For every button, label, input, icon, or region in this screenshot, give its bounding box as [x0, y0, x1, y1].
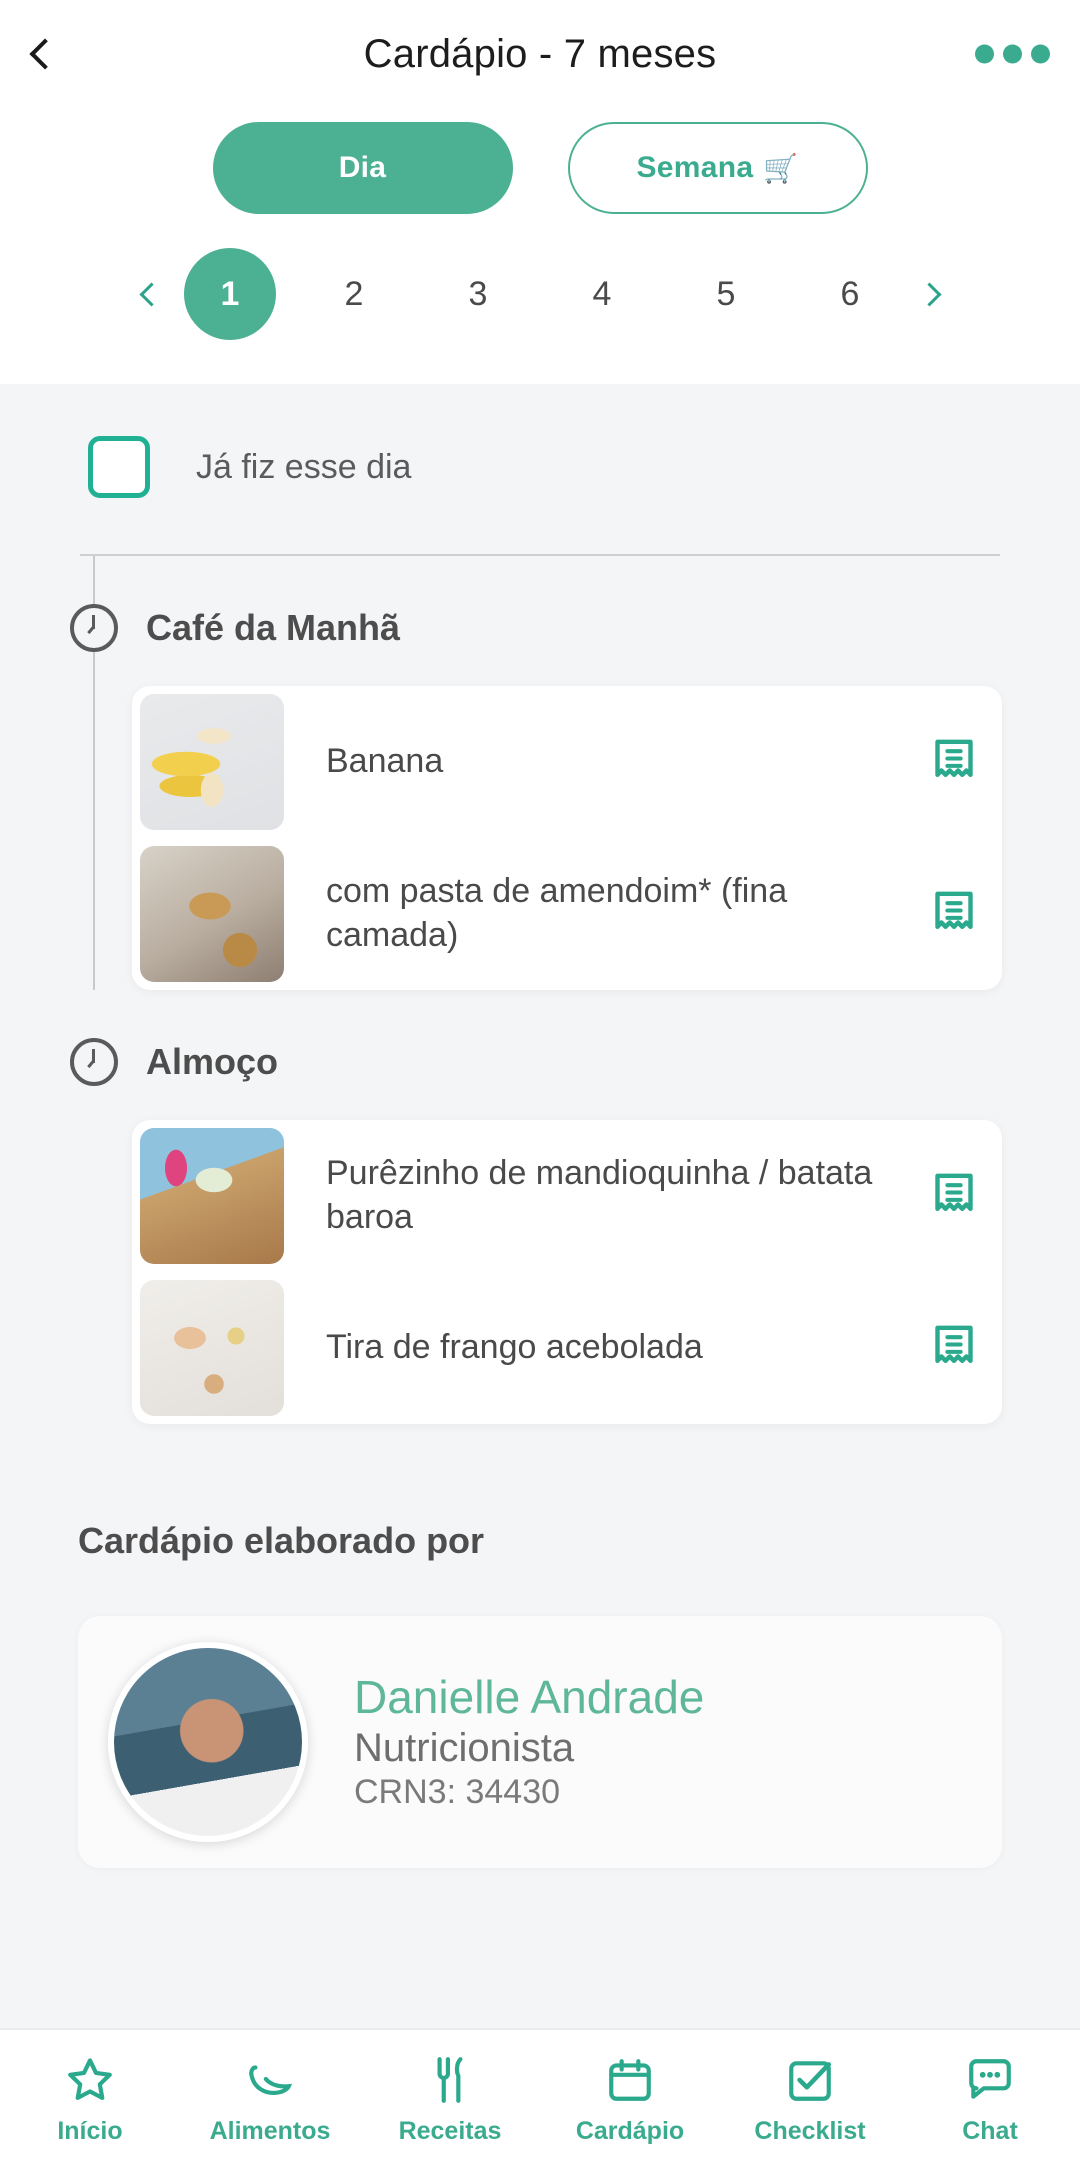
- day-button-2[interactable]: 2: [308, 248, 400, 340]
- food-thumbnail-banana: [140, 694, 284, 830]
- recipe-button[interactable]: [906, 1171, 1002, 1221]
- pager-next-button[interactable]: [896, 261, 962, 327]
- day-button-1[interactable]: 1: [184, 248, 276, 340]
- check-square-icon: [784, 2053, 836, 2107]
- bottom-navigation: Início Alimentos Receitas Cardápio Check…: [0, 2028, 1080, 2168]
- avatar: [108, 1642, 308, 1842]
- nutritionist-role: Nutricionista: [354, 1725, 575, 1770]
- meal-item[interactable]: Tira de frango acebolada: [132, 1272, 1002, 1424]
- recipe-receipt-icon: [935, 891, 973, 930]
- recipe-receipt-icon: [935, 739, 973, 778]
- app-screen: Cardápio - 7 meses Dia Semana 🛒 1 2 3 4 …: [0, 0, 1080, 2168]
- done-day-label: Já fiz esse dia: [196, 447, 412, 486]
- nutritionist-name: Danielle Andrade: [354, 1671, 705, 1724]
- nav-item-cardapio[interactable]: Cardápio: [540, 2053, 720, 2146]
- day-label: 3: [468, 274, 488, 313]
- tab-day-label: Dia: [338, 151, 387, 184]
- recipe-receipt-icon: [935, 1173, 973, 1212]
- nutritionist-card[interactable]: Danielle Andrade Nutricionista CRN3: 344…: [78, 1616, 1002, 1868]
- recipe-receipt-icon: [935, 1325, 973, 1364]
- meal-items-card: Banana com pasta de amendoim* (fina cama…: [132, 686, 1002, 990]
- meal-item-name: com pasta de amendoim* (fina camada): [326, 872, 788, 954]
- meal-item-name: Purêzinho de mandioquinha / batata baroa: [326, 1154, 873, 1236]
- chat-bubble-icon: [963, 2053, 1017, 2107]
- view-toggle: Dia Semana 🛒: [0, 108, 1080, 214]
- nav-item-chat[interactable]: Chat: [900, 2053, 1080, 2146]
- meal-items-card: Purêzinho de mandioquinha / batata baroa…: [132, 1120, 1002, 1424]
- tab-week-label: Semana: [636, 151, 754, 184]
- nav-label: Início: [57, 2116, 123, 2145]
- meal-section-breakfast: Café da Manhã Banana com pasta de amendo…: [0, 556, 1080, 990]
- tab-week[interactable]: Semana 🛒: [567, 122, 868, 214]
- nav-label: Chat: [962, 2116, 1018, 2145]
- nutritionist-section-title: Cardápio elaborado por: [78, 1520, 485, 1561]
- nav-item-inicio[interactable]: Início: [0, 2053, 180, 2146]
- chevron-left-icon: [138, 281, 164, 307]
- day-label: 6: [840, 274, 860, 313]
- day-pager: 1 2 3 4 5 6: [0, 214, 1080, 384]
- meal-title: Café da Manhã: [146, 607, 401, 648]
- pager-prev-button[interactable]: [118, 261, 184, 327]
- clock-icon: [70, 604, 118, 652]
- nutritionist-info: Danielle Andrade Nutricionista CRN3: 344…: [354, 1672, 704, 1812]
- done-day-checkbox-row[interactable]: Já fiz esse dia: [0, 384, 1080, 498]
- meal-item-name: Tira de frango acebolada: [326, 1328, 703, 1367]
- meal-item[interactable]: Purêzinho de mandioquinha / batata baroa: [132, 1120, 1002, 1272]
- day-label: 2: [344, 274, 364, 313]
- day-label: 5: [716, 274, 736, 313]
- nav-item-alimentos[interactable]: Alimentos: [180, 2053, 360, 2146]
- meal-header: Café da Manhã: [0, 556, 1080, 652]
- meal-header: Almoço: [0, 990, 1080, 1086]
- meal-item[interactable]: Banana: [132, 686, 1002, 838]
- day-button-5[interactable]: 5: [680, 248, 772, 340]
- menu-content: Já fiz esse dia Café da Manhã Banana com…: [0, 384, 1080, 2168]
- star-icon: [64, 2053, 116, 2107]
- meal-section-lunch: Almoço Purêzinho de mandioquinha / batat…: [0, 990, 1080, 1424]
- utensils-icon: [424, 2053, 476, 2107]
- recipe-button[interactable]: [906, 1323, 1002, 1373]
- day-label: 4: [592, 274, 612, 313]
- more-options-button[interactable]: [975, 44, 1050, 64]
- food-thumbnail-pure: [140, 1128, 284, 1264]
- food-thumbnail-chicken: [140, 1280, 284, 1416]
- page-title: Cardápio - 7 meses: [363, 31, 717, 76]
- clock-icon: [70, 1038, 118, 1086]
- recipe-button[interactable]: [906, 737, 1002, 787]
- meal-item[interactable]: com pasta de amendoim* (fina camada): [132, 838, 1002, 990]
- more-options-icon-dot: [1003, 44, 1022, 64]
- chevron-right-icon: [916, 281, 942, 307]
- nav-label: Cardápio: [575, 2116, 685, 2145]
- nav-item-receitas[interactable]: Receitas: [360, 2053, 540, 2146]
- banana-icon: [243, 2053, 297, 2107]
- nav-label: Receitas: [398, 2116, 502, 2145]
- tab-day[interactable]: Dia: [212, 122, 513, 214]
- done-day-checkbox[interactable]: [88, 436, 150, 498]
- day-label: 1: [220, 274, 240, 313]
- meal-item-name: Banana: [326, 742, 444, 781]
- shopping-cart-icon: 🛒: [763, 152, 799, 184]
- meal-title: Almoço: [146, 1041, 279, 1082]
- more-options-icon-dot: [975, 44, 994, 64]
- recipe-button[interactable]: [906, 889, 1002, 939]
- nutritionist-registry: CRN3: 34430: [354, 1772, 561, 1811]
- nav-label: Checklist: [754, 2116, 866, 2145]
- food-thumbnail-peanut-butter: [140, 846, 284, 982]
- nav-label: Alimentos: [209, 2116, 331, 2145]
- nav-item-checklist[interactable]: Checklist: [720, 2053, 900, 2146]
- day-button-3[interactable]: 3: [432, 248, 524, 340]
- more-options-icon-dot: [1031, 44, 1050, 64]
- calendar-icon: [604, 2053, 656, 2107]
- day-button-6[interactable]: 6: [804, 248, 896, 340]
- day-button-4[interactable]: 4: [556, 248, 648, 340]
- app-header: Cardápio - 7 meses: [0, 0, 1080, 108]
